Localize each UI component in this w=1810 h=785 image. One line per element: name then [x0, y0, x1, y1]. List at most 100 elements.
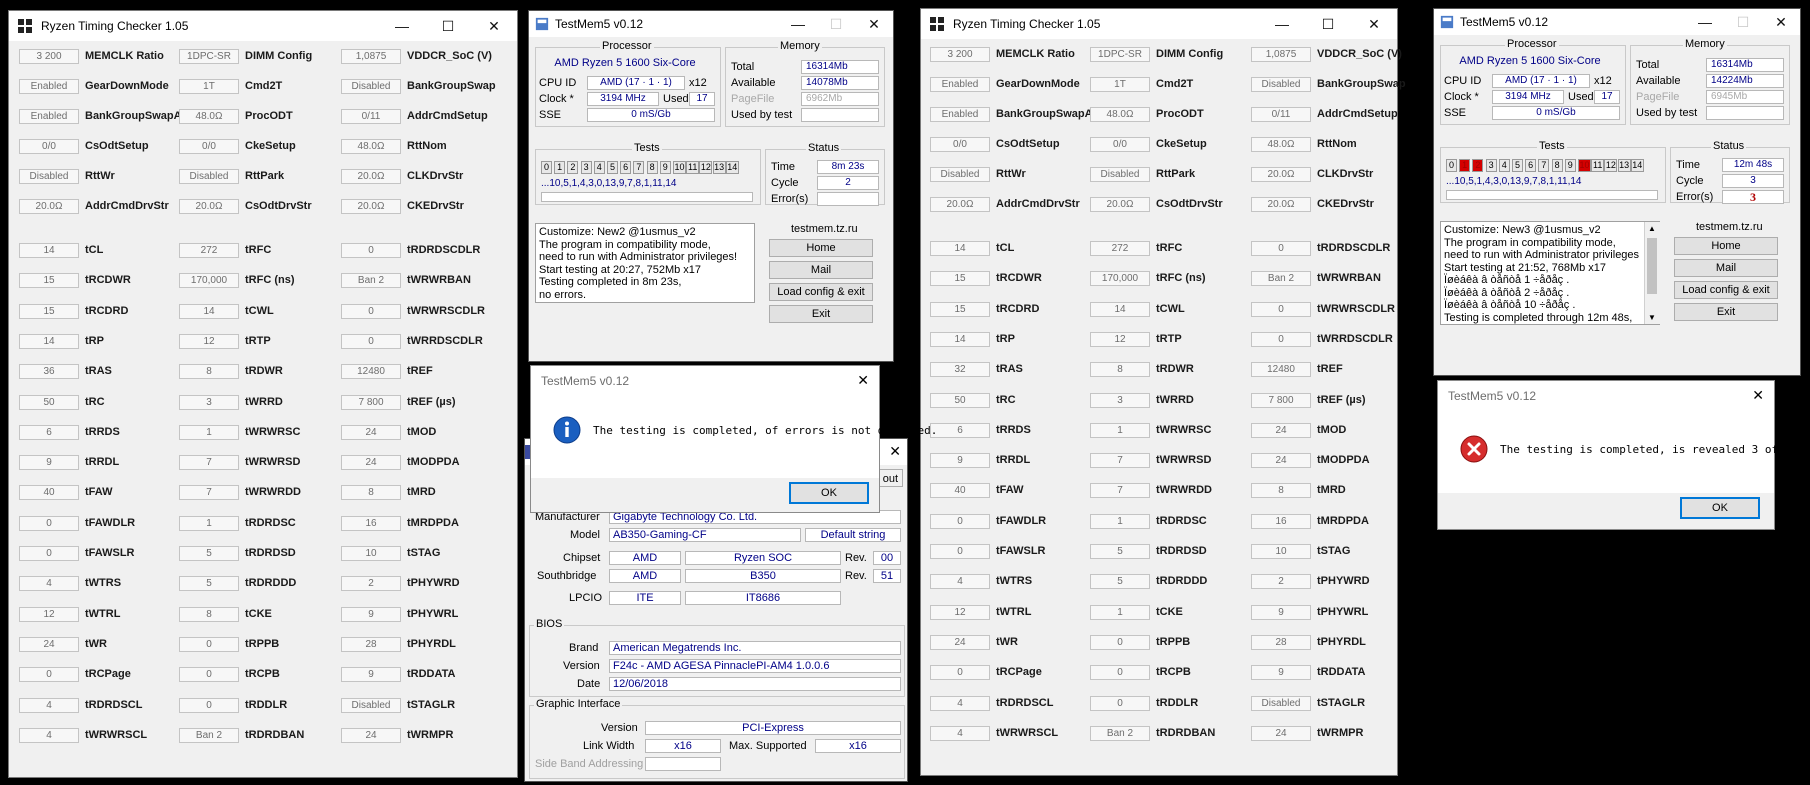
timing-value[interactable]: 0	[930, 513, 990, 529]
timing-value[interactable]: 9	[1251, 604, 1311, 620]
timing-value[interactable]: 4	[930, 574, 990, 590]
timing-value[interactable]: Enabled	[930, 77, 990, 92]
scroll-up-icon[interactable]: ▲	[1648, 224, 1656, 233]
timing-value[interactable]: 4	[19, 727, 79, 743]
timing-value[interactable]: Enabled	[19, 109, 79, 124]
log-textbox[interactable]: Customize: New2 @1usmus_v2 The program in…	[535, 223, 755, 303]
title-bar[interactable]: Ryzen Timing Checker 1.05 — ☐ ✕	[9, 11, 517, 41]
timing-value[interactable]: 12	[930, 604, 990, 620]
maximize-icon[interactable]: ☐	[1305, 9, 1351, 39]
exit-button[interactable]: Exit	[769, 305, 873, 323]
scroll-thumb[interactable]	[1647, 238, 1657, 294]
timing-value[interactable]: 0/0	[179, 139, 239, 154]
timing-value[interactable]: Disabled	[341, 697, 401, 713]
timing-value[interactable]: 0	[1090, 665, 1150, 681]
timing-value[interactable]: 5	[1090, 544, 1150, 559]
timing-value[interactable]: 0/0	[1090, 137, 1150, 152]
timing-value[interactable]: 5	[179, 546, 239, 561]
timing-value[interactable]: 40	[930, 483, 990, 499]
timing-value[interactable]: 1	[179, 515, 239, 531]
timing-value[interactable]: 32	[930, 362, 990, 378]
minimize-icon[interactable]: —	[1686, 9, 1724, 35]
timing-value[interactable]: 0	[179, 667, 239, 683]
timing-value[interactable]: 9	[930, 453, 990, 469]
timing-value[interactable]: 4	[19, 576, 79, 592]
timing-value[interactable]: 48.0Ω	[1090, 107, 1150, 122]
timing-value[interactable]: 50	[930, 392, 990, 408]
timing-value[interactable]: 170,000	[179, 273, 239, 289]
timing-value[interactable]: Ban 2	[341, 273, 401, 289]
timing-value[interactable]: 0	[930, 665, 990, 681]
timing-value[interactable]: 24	[341, 424, 401, 440]
timing-value[interactable]: 2	[1251, 574, 1311, 590]
load-config-button[interactable]: Load config & exit	[769, 283, 873, 301]
timing-value[interactable]: 1DPC-SR	[1090, 47, 1150, 62]
timing-value[interactable]: 5	[1090, 574, 1150, 590]
timing-value[interactable]: 1	[1090, 513, 1150, 529]
timing-value[interactable]: 12480	[341, 364, 401, 380]
timing-value[interactable]: 0	[179, 697, 239, 713]
timing-value[interactable]: Ban 2	[1251, 271, 1311, 287]
timing-value[interactable]: 0	[179, 636, 239, 652]
timing-value[interactable]: 0	[1090, 634, 1150, 650]
log-textbox[interactable]: Customize: New3 @1usmus_v2 The program in…	[1440, 221, 1660, 325]
timing-value[interactable]: 15	[19, 303, 79, 319]
timing-value[interactable]: 14	[19, 243, 79, 258]
timing-value[interactable]: 0	[19, 667, 79, 683]
timing-value[interactable]: 20.0Ω	[930, 197, 990, 212]
timing-value[interactable]: 50	[19, 394, 79, 410]
timing-value[interactable]: 20.0Ω	[1251, 197, 1311, 212]
timing-value[interactable]: Disabled	[1251, 695, 1311, 711]
timing-value[interactable]: 15	[930, 301, 990, 317]
timing-value[interactable]: 3 200	[19, 49, 79, 64]
timing-value[interactable]: 20.0Ω	[341, 169, 401, 184]
timing-value[interactable]: Disabled	[179, 169, 239, 184]
timing-value[interactable]: 0	[930, 544, 990, 559]
timing-value[interactable]: 8	[1090, 362, 1150, 378]
timing-value[interactable]: 3	[1090, 392, 1150, 408]
close-icon[interactable]: ✕	[471, 11, 517, 41]
minimize-icon[interactable]: —	[779, 11, 817, 37]
timing-value[interactable]: 6	[930, 422, 990, 438]
timing-value[interactable]: 14	[179, 303, 239, 319]
timing-value[interactable]: 0	[1251, 241, 1311, 256]
timing-value[interactable]: 24	[1251, 453, 1311, 469]
ok-button[interactable]: OK	[789, 482, 869, 504]
timing-value[interactable]: 12	[179, 333, 239, 349]
timing-value[interactable]: 0	[341, 303, 401, 319]
timing-value[interactable]: 0/0	[19, 139, 79, 154]
timing-value[interactable]: 24	[341, 455, 401, 471]
timing-value[interactable]: 16	[341, 515, 401, 531]
timing-value[interactable]: 6	[19, 424, 79, 440]
timing-value[interactable]: 20.0Ω	[1090, 197, 1150, 212]
timing-value[interactable]: 9	[341, 606, 401, 622]
timing-value[interactable]: 0	[1251, 301, 1311, 317]
timing-value[interactable]: 1	[179, 424, 239, 440]
timing-value[interactable]: 7	[1090, 453, 1150, 469]
close-icon[interactable]: ✕	[855, 11, 893, 37]
ok-button[interactable]: OK	[1680, 497, 1760, 519]
timing-value[interactable]: 24	[1251, 725, 1311, 741]
timing-value[interactable]: 24	[1251, 422, 1311, 438]
timing-value[interactable]: 20.0Ω	[341, 199, 401, 214]
timing-value[interactable]: 36	[19, 364, 79, 380]
scroll-down-icon[interactable]: ▼	[1648, 313, 1656, 322]
close-icon[interactable]: ✕	[889, 443, 901, 460]
timing-value[interactable]: 5	[179, 576, 239, 592]
timing-value[interactable]: 48.0Ω	[1251, 137, 1311, 152]
timing-value[interactable]: 0/0	[930, 137, 990, 152]
timing-value[interactable]: 7 800	[341, 394, 401, 410]
timing-value[interactable]: 1T	[1090, 77, 1150, 92]
close-icon[interactable]: ✕	[1351, 9, 1397, 39]
timing-value[interactable]: 40	[19, 485, 79, 501]
timing-value[interactable]: 20.0Ω	[179, 199, 239, 214]
timing-value[interactable]: 8	[179, 364, 239, 380]
close-icon[interactable]: ✕	[1762, 9, 1800, 35]
timing-value[interactable]: 1,0875	[341, 49, 401, 64]
timing-value[interactable]: 0	[1251, 331, 1311, 347]
load-config-button[interactable]: Load config & exit	[1674, 281, 1778, 299]
timing-value[interactable]: 0	[1090, 695, 1150, 711]
timing-value[interactable]: 14	[19, 333, 79, 349]
timing-value[interactable]: Disabled	[19, 169, 79, 184]
timing-value[interactable]: Ban 2	[179, 727, 239, 743]
